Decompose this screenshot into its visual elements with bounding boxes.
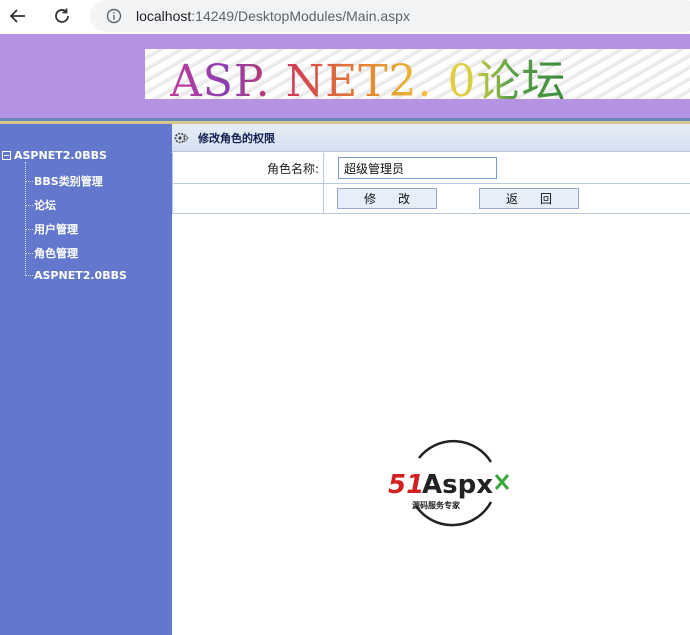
sidebar: ASPNET2.0BBS BBS类别管理 论坛 用户管理 角色管理 ASPNET… xyxy=(0,124,172,635)
page-title: 修改角色的权限 xyxy=(198,131,275,145)
back-button[interactable]: 返回 xyxy=(479,188,579,209)
tree-root[interactable]: ASPNET2.0BBS xyxy=(2,149,107,162)
modify-button[interactable]: 修改 xyxy=(337,188,437,209)
banner-title: ASP. NET2. 0论坛 xyxy=(170,49,567,99)
url-text: localhost:14249/DesktopModules/Main.aspx xyxy=(136,8,410,24)
collapse-icon[interactable] xyxy=(2,151,11,160)
form-row-actions: 修改 返回 xyxy=(172,184,690,214)
info-icon[interactable] xyxy=(106,8,122,24)
page: ASP. NET2. 0论坛 ASPNET2.0BBS BBS类别管理 论坛 用… xyxy=(0,34,690,635)
svg-text:Aspx: Aspx xyxy=(422,470,493,500)
address-bar[interactable]: localhost:14249/DesktopModules/Main.aspx xyxy=(90,0,690,32)
sidebar-item-users[interactable]: 用户管理 xyxy=(25,221,78,237)
browser-toolbar: localhost:14249/DesktopModules/Main.aspx xyxy=(0,0,690,32)
tree-root-label[interactable]: ASPNET2.0BBS xyxy=(14,149,107,162)
sidebar-item-bbs-category[interactable]: BBS类别管理 xyxy=(25,173,103,189)
sidebar-item-roles[interactable]: 角色管理 xyxy=(25,245,78,261)
role-name-input[interactable]: 超级管理员 xyxy=(338,157,497,179)
reload-icon[interactable] xyxy=(46,0,78,32)
form-row-role-name: 角色名称: 超级管理员 xyxy=(172,153,690,184)
svg-text:51: 51 xyxy=(388,470,424,500)
sidebar-item-aspnet-bbs[interactable]: ASPNET2.0BBS xyxy=(25,269,127,282)
header-banner: ASP. NET2. 0论坛 xyxy=(0,34,690,118)
sidebar-item-forum[interactable]: 论坛 xyxy=(25,197,56,213)
role-name-label: 角色名称: xyxy=(173,153,324,183)
back-arrow-icon[interactable] xyxy=(2,0,34,32)
banner-image: ASP. NET2. 0论坛 xyxy=(145,49,690,99)
gear-icon xyxy=(174,130,190,146)
brand-logo: 51 Aspx 源码服务专家 xyxy=(386,436,516,532)
panel-header: 修改角色的权限 xyxy=(172,124,690,152)
logo-tagline: 源码服务专家 xyxy=(412,500,461,510)
main-content: 修改角色的权限 角色名称: 超级管理员 修改 返回 51 Aspx 源码服务专家 xyxy=(172,124,690,635)
